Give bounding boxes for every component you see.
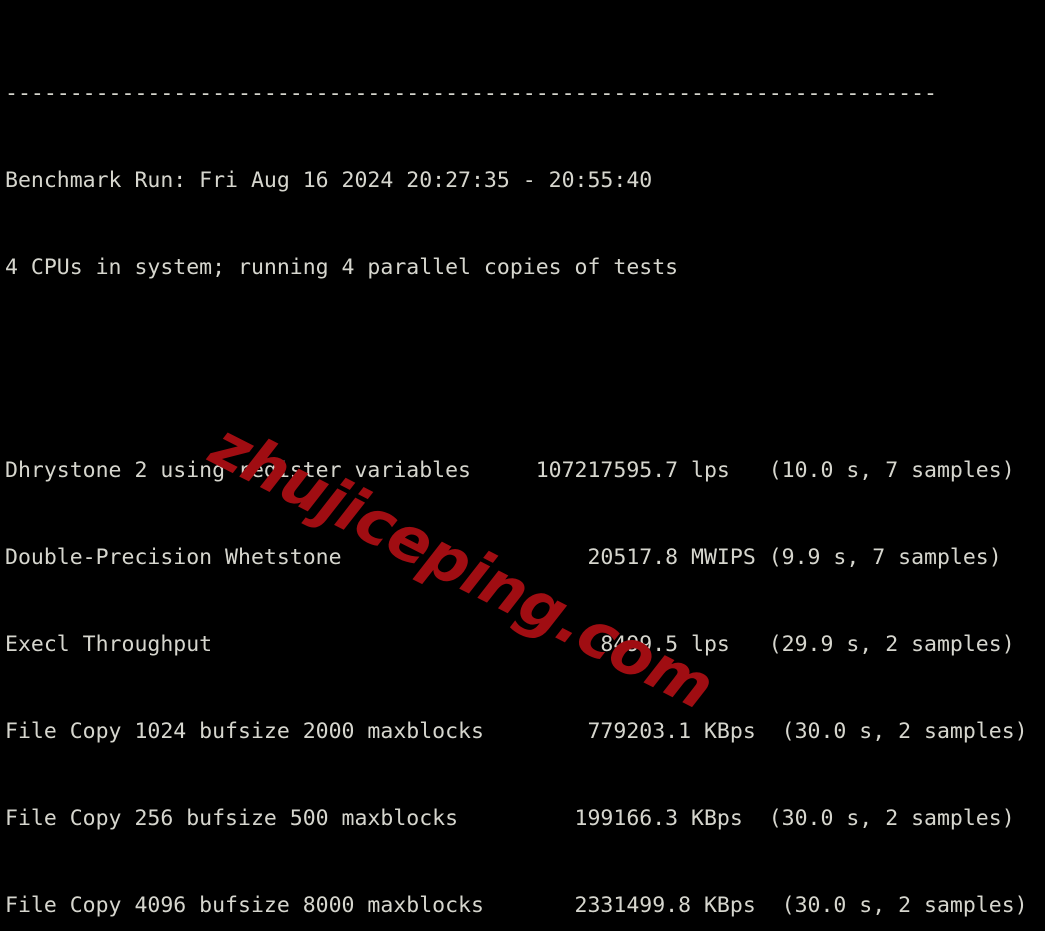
raw-result-row: Dhrystone 2 using register variables 107…	[5, 458, 1015, 483]
raw-result-row: File Copy 1024 bufsize 2000 maxblocks 77…	[5, 719, 1028, 744]
terminal-output: ----------------------------------------…	[0, 0, 1045, 931]
raw-result-row: File Copy 256 bufsize 500 maxblocks 1991…	[5, 806, 1015, 831]
raw-result-row: File Copy 4096 bufsize 8000 maxblocks 23…	[5, 893, 1028, 918]
raw-result-row: Execl Throughput 8499.5 lps (29.9 s, 2 s…	[5, 632, 1015, 657]
benchmark-run-header: Benchmark Run: Fri Aug 16 2024 20:27:35 …	[5, 168, 653, 193]
terminal-text-buffer: ----------------------------------------…	[5, 0, 1028, 931]
raw-result-row: Double-Precision Whetstone 20517.8 MWIPS…	[5, 545, 1002, 570]
cpu-count-header: 4 CPUs in system; running 4 parallel cop…	[5, 255, 679, 280]
top-rule: ----------------------------------------…	[5, 81, 937, 106]
